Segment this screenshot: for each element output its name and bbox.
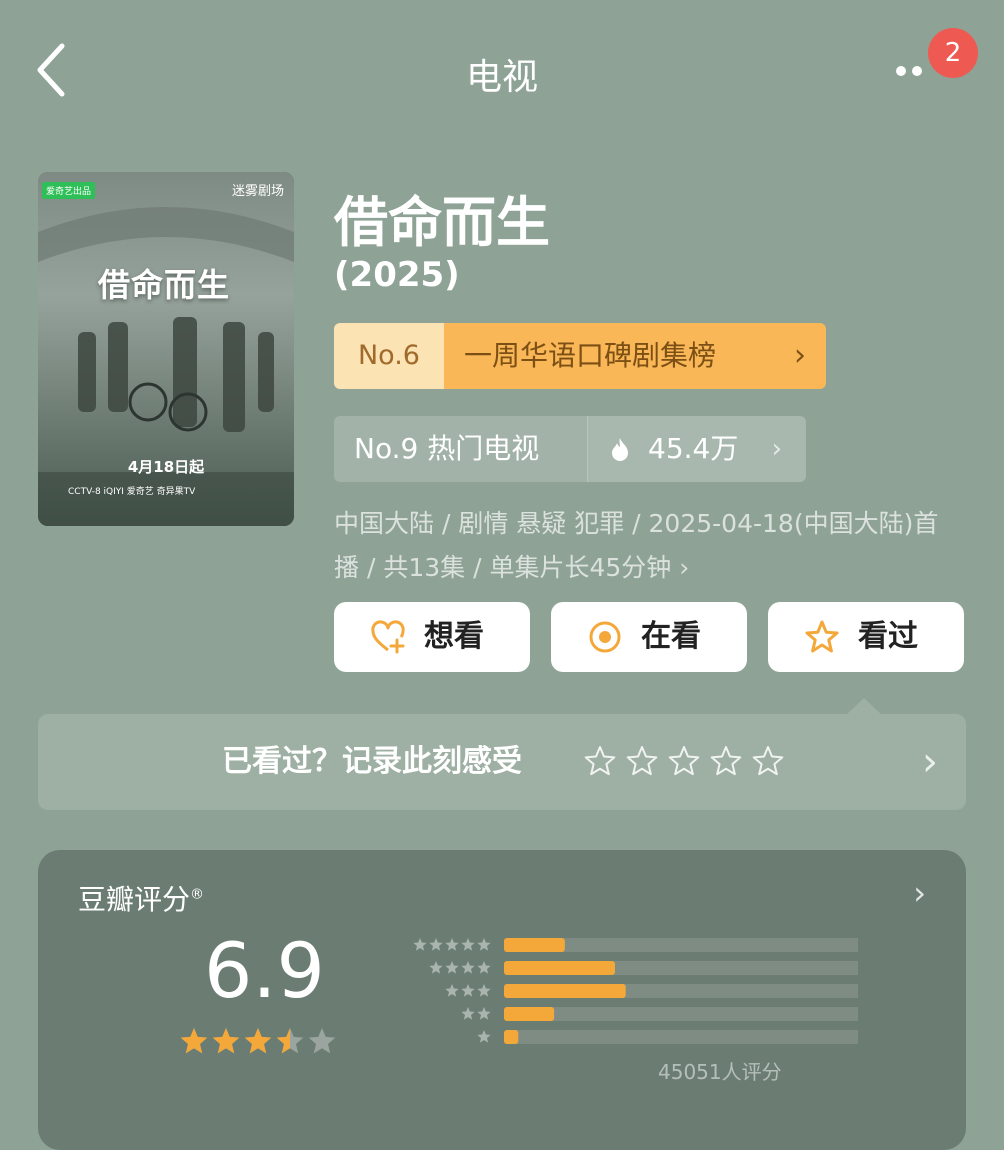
dist-star-icon xyxy=(445,938,459,951)
poster-title: 借命而生 xyxy=(98,266,231,304)
hot-count: 45.4万 xyxy=(648,432,739,465)
rank-badge[interactable]: No.6 一周华语口碑剧集榜 › xyxy=(334,323,826,389)
dist-star-icon xyxy=(461,938,475,951)
dist-star-icon xyxy=(445,961,459,974)
rating-score: 6.9 xyxy=(204,926,325,1015)
rate-star-icon[interactable] xyxy=(710,746,742,776)
full-star-icon xyxy=(244,1028,272,1054)
poster-logos: CCTV-8 iQIYI 爱奇艺 奇异果TV xyxy=(68,487,196,497)
show-year: (2025) xyxy=(334,255,460,295)
dist-star-icon xyxy=(445,984,459,997)
rate-star-icon[interactable] xyxy=(626,746,658,776)
want-to-watch-label: 想看 xyxy=(424,619,484,654)
dist-star-icon xyxy=(477,984,491,997)
more-dot-icon xyxy=(912,66,922,76)
rate-star-icon[interactable] xyxy=(584,746,616,776)
rating-stars xyxy=(180,1028,336,1054)
record-feeling-bar[interactable]: 已看过？记录此刻感受 › xyxy=(38,714,966,810)
record-feeling-label: 已看过？记录此刻感受 xyxy=(222,744,522,779)
dist-star-icon xyxy=(477,961,491,974)
full-star-icon xyxy=(180,1028,208,1054)
dist-bar-track xyxy=(504,1007,858,1021)
flame-icon xyxy=(612,438,628,461)
douban-rating-label: 豆瓣评分 xyxy=(78,883,191,916)
dist-star-icon xyxy=(429,938,443,951)
dist-bar-5-star xyxy=(504,938,565,952)
notification-badge[interactable]: 2 xyxy=(928,28,978,78)
heart-plus-icon xyxy=(371,620,405,654)
watching-label: 在看 xyxy=(641,619,701,654)
empty-star-icon xyxy=(308,1028,336,1054)
rate-star-icon[interactable] xyxy=(668,746,700,776)
chevron-right-icon: › xyxy=(771,434,782,464)
show-meta[interactable]: 中国大陆 / 剧情 悬疑 犯罪 / 2025-04-18(中国大陆)首播 / 共… xyxy=(334,502,944,590)
dist-star-icon xyxy=(461,961,475,974)
dist-star-icon xyxy=(461,1007,475,1020)
star-outline-icon xyxy=(805,620,839,653)
watched-button[interactable]: 看过 xyxy=(768,602,964,672)
show-poster[interactable]: 爱奇艺出品 迷雾剧场 借命而生 4月18日起 CCTV-8 iQIYI 爱奇艺 … xyxy=(38,172,294,526)
rating-distribution xyxy=(413,938,858,1044)
more-dot-icon xyxy=(896,66,906,76)
watching-button[interactable]: 在看 xyxy=(551,602,747,672)
chevron-right-icon[interactable]: › xyxy=(913,874,926,912)
dist-bar-track xyxy=(504,1030,858,1044)
dist-bar-4-star xyxy=(504,961,615,975)
poster-studio: 迷雾剧场 xyxy=(231,184,284,199)
rank-list-label: 一周华语口碑剧集榜 xyxy=(464,339,717,372)
dist-star-icon xyxy=(477,1007,491,1020)
dist-star-icon xyxy=(477,938,491,951)
dist-star-icon xyxy=(413,938,427,951)
want-to-watch-button[interactable]: 想看 xyxy=(334,602,530,672)
chevron-right-icon: › xyxy=(922,739,938,785)
record-pointer xyxy=(846,698,882,715)
rank-number: No.6 xyxy=(334,323,444,389)
page-title: 电视 xyxy=(465,57,538,98)
dist-star-icon xyxy=(477,1030,491,1043)
dist-bar-3-star xyxy=(504,984,626,998)
hot-tv-label: No.9 热门电视 xyxy=(354,432,540,465)
poster-date: 4月18日起 xyxy=(127,458,205,476)
hot-tv-badge[interactable]: No.9 热门电视 45.4万 › xyxy=(334,416,806,482)
top-bar: 电视 2 xyxy=(0,0,1004,140)
dist-bar-1-star xyxy=(504,1030,519,1044)
show-title: 借命而生 xyxy=(334,191,550,254)
dist-bar-2-star xyxy=(504,1007,555,1021)
watched-label: 看过 xyxy=(858,619,918,654)
registered-mark: ® xyxy=(190,886,205,903)
douban-rating-card: 豆瓣评分® › 6.9 45051人评分 xyxy=(38,850,966,1150)
rating-input-stars[interactable] xyxy=(582,744,792,780)
rank-list-name: 一周华语口碑剧集榜 xyxy=(444,323,826,389)
douban-rating-header[interactable]: 豆瓣评分® xyxy=(78,878,204,918)
full-star-icon xyxy=(212,1028,240,1054)
rating-count: 45051人评分 xyxy=(658,1060,782,1084)
dist-star-icon xyxy=(429,961,443,974)
chevron-right-icon: › xyxy=(794,338,806,373)
rate-star-icon[interactable] xyxy=(752,746,784,776)
target-icon xyxy=(589,621,621,653)
dist-star-icon xyxy=(461,984,475,997)
hot-count-box: 45.4万 › xyxy=(588,416,806,482)
poster-tag: 爱奇艺出品 xyxy=(42,182,96,199)
